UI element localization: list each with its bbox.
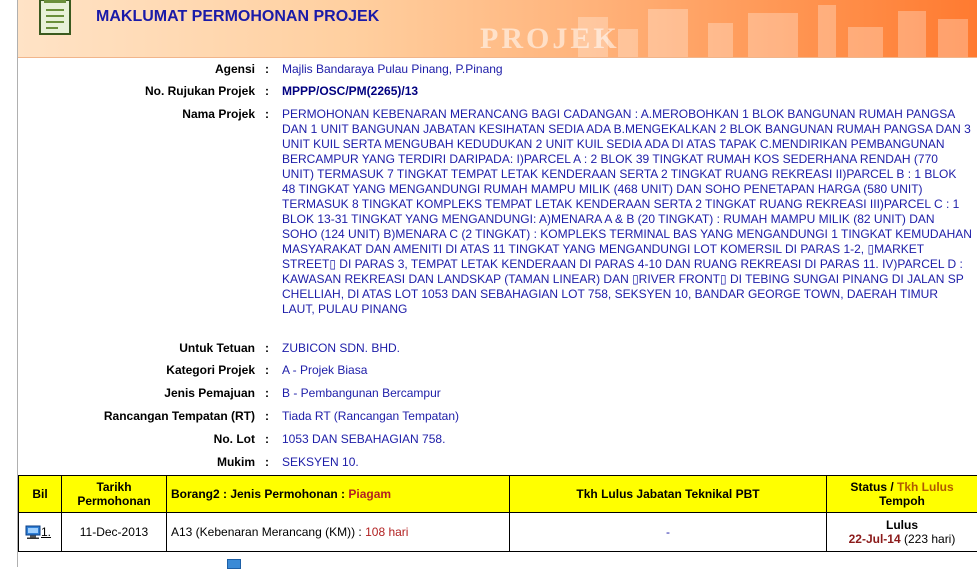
label-nama-projek: Nama Projek: [182, 107, 255, 121]
detail-row-no-lot: No. Lot : 1053 DAN SEBAHAGIAN 758.: [18, 432, 977, 448]
header-status-prefix: Status /: [850, 480, 897, 494]
value-agensi: Majlis Bandaraya Pulau Pinang, P.Pinang: [282, 62, 972, 77]
detail-row-no-rujukan: No. Rujukan Projek : MPPP/OSC/PM(2265)/1…: [18, 84, 977, 100]
detail-row-nama-projek: Nama Projek : PERMOHONAN KEBENARAN MERAN…: [18, 107, 977, 333]
header-status-tempoh: Tempoh: [879, 494, 925, 508]
header-status: Status / Tkh Lulus Tempoh: [827, 476, 977, 513]
value-no-rujukan: MPPP/OSC/PM(2265)/13: [282, 84, 972, 99]
header-tkh-lulus: Tkh Lulus Jabatan Teknikal PBT: [510, 476, 827, 513]
bil-number: 1.: [41, 525, 51, 539]
status-tempoh: (223 hari): [901, 532, 956, 546]
cell-jenis: A13 (Kebenaran Merancang (KM)) : 108 har…: [167, 513, 510, 552]
application-table: Bil Tarikh Permohonan Borang2 : Jenis Pe…: [18, 475, 977, 552]
value-no-lot: 1053 DAN SEBAHAGIAN 758.: [282, 432, 972, 447]
jenis-text: A13 (Kebenaran Merancang (KM)) :: [171, 525, 365, 539]
colon: :: [265, 455, 269, 469]
value-kategori: A - Projek Biasa: [282, 363, 972, 378]
colon: :: [265, 432, 269, 446]
header-tarikh-line2: Permohonan: [77, 494, 150, 508]
value-jenis-pemajuan: B - Pembangunan Bercampur: [282, 386, 972, 401]
header-borang: Borang2 : Jenis Permohonan : Piagam: [167, 476, 510, 513]
colon: :: [265, 84, 269, 98]
colon: :: [265, 341, 269, 355]
view-application-link[interactable]: 1.: [25, 525, 51, 539]
label-no-rujukan: No. Rujukan Projek: [145, 84, 255, 98]
detail-row-jenis-pemajuan: Jenis Pemajuan : B - Pembangunan Bercamp…: [18, 386, 977, 402]
colon: :: [265, 409, 269, 423]
table-header-row: Bil Tarikh Permohonan Borang2 : Jenis Pe…: [19, 476, 977, 513]
header-bil: Bil: [19, 476, 62, 513]
computer-icon: [25, 525, 41, 539]
cell-tarikh: 11-Dec-2013: [62, 513, 167, 552]
cell-tkh-lulus: -: [510, 513, 827, 552]
partial-computer-icon: [227, 559, 241, 569]
label-mukim: Mukim: [217, 455, 255, 469]
colon: :: [265, 363, 269, 377]
label-jenis-pemajuan: Jenis Pemajuan: [164, 386, 255, 400]
colon: :: [265, 62, 269, 76]
label-kategori: Kategori Projek: [166, 363, 255, 377]
colon: :: [265, 386, 269, 400]
cell-status: Lulus 22-Jul-14 (223 hari): [827, 513, 977, 552]
document-icon: [36, 0, 76, 38]
header-tarikh-line1: Tarikh: [96, 480, 131, 494]
detail-row-rancangan-tempatan: Rancangan Tempatan (RT) : Tiada RT (Ranc…: [18, 409, 977, 425]
jenis-hari: 108 hari: [365, 525, 408, 539]
page-title: MAKLUMAT PERMOHONAN PROJEK: [96, 8, 379, 26]
label-untuk-tetuan: Untuk Tetuan: [179, 341, 255, 355]
header-borang-piagam: Piagam: [348, 487, 391, 501]
cell-bil: 1.: [19, 513, 62, 552]
label-no-lot: No. Lot: [214, 432, 255, 446]
value-mukim: SEKSYEN 10.: [282, 455, 972, 470]
detail-row-agensi: Agensi : Majlis Bandaraya Pulau Pinang, …: [18, 62, 977, 78]
header-borang-prefix: Borang2 : Jenis Permohonan :: [171, 487, 348, 501]
status-date: 22-Jul-14: [849, 532, 901, 546]
label-rancangan-tempatan: Rancangan Tempatan (RT): [104, 409, 255, 423]
value-nama-projek: PERMOHONAN KEBENARAN MERANCANG BAGI CADA…: [282, 107, 972, 317]
detail-row-kategori: Kategori Projek : A - Projek Biasa: [18, 363, 977, 379]
value-rancangan-tempatan: Tiada RT (Rancangan Tempatan): [282, 409, 972, 424]
banner-watermark: PROJEK: [480, 22, 620, 56]
header-tarikh: Tarikh Permohonan: [62, 476, 167, 513]
colon: :: [265, 107, 269, 121]
header-banner: PROJEK MAKLUMAT PERMOHONAN PROJEK: [18, 0, 977, 58]
label-agensi: Agensi: [215, 62, 255, 76]
status-text: Lulus: [886, 518, 918, 532]
table-row: 1. 11-Dec-2013 A13 (Kebenaran Merancang …: [19, 513, 977, 552]
detail-row-mukim: Mukim : SEKSYEN 10.: [18, 455, 977, 471]
header-status-tkh-lulus: Tkh Lulus: [897, 480, 954, 494]
value-untuk-tetuan: ZUBICON SDN. BHD.: [282, 341, 972, 356]
page-frame: PROJEK MAKLUMAT PERMOHONAN PROJEK Agensi…: [17, 0, 977, 567]
detail-row-untuk-tetuan: Untuk Tetuan : ZUBICON SDN. BHD.: [18, 341, 977, 357]
